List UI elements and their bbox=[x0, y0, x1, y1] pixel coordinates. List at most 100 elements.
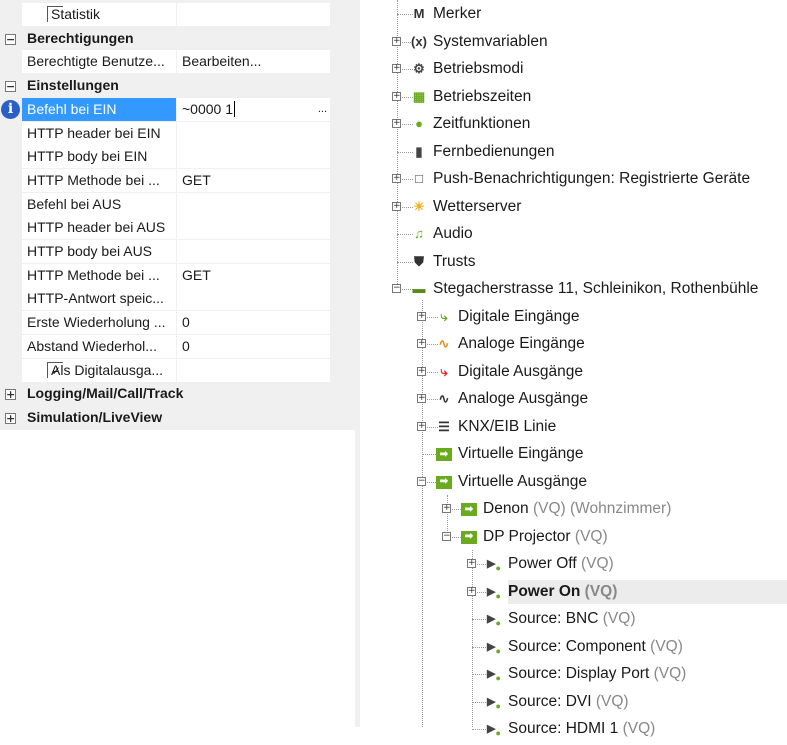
property-row[interactable]: HTTP Methode bei ... GET bbox=[0, 168, 330, 192]
expand-icon[interactable]: + bbox=[5, 412, 16, 424]
tree-item[interactable]: + ▶ ● Power Off (VQ) bbox=[466, 552, 787, 576]
tree-item[interactable]: ♫ Audio bbox=[391, 222, 787, 246]
property-name[interactable]: HTTP header bei EIN bbox=[22, 121, 176, 145]
tree-item[interactable]: − ➡ DP Projector (VQ) bbox=[441, 525, 787, 549]
tree-item-label[interactable]: Stegacherstrasse 11, Schleinikon, Rothen… bbox=[433, 277, 762, 301]
tree-item[interactable]: ▶ ● Source: BNC (VQ) bbox=[466, 607, 787, 631]
tree-item-label[interactable]: Virtuelle Ausgänge bbox=[458, 470, 591, 494]
property-name[interactable]: Befehl bei EIN bbox=[22, 97, 176, 121]
property-value[interactable] bbox=[177, 287, 330, 311]
tree-item-label[interactable]: Source: Component (VQ) bbox=[508, 635, 687, 659]
splitter[interactable] bbox=[355, 0, 360, 727]
property-name[interactable]: HTTP body bei AUS bbox=[22, 240, 176, 263]
property-value[interactable]: 0 bbox=[177, 311, 330, 335]
tree-item-label[interactable]: Fernbedienungen bbox=[433, 140, 559, 164]
tree-item-label[interactable]: Audio bbox=[433, 222, 477, 246]
tree-item[interactable]: ▶ ● Source: Component (VQ) bbox=[466, 635, 787, 659]
tree-item[interactable]: + ⤷ Digitale Eingänge bbox=[416, 305, 787, 329]
property-value[interactable]: Bearbeiten... bbox=[177, 50, 330, 74]
tree-item[interactable]: + ⤷ Digitale Ausgänge bbox=[416, 360, 787, 384]
property-name[interactable]: HTTP Methode bei ... bbox=[22, 263, 176, 287]
property-value[interactable] bbox=[177, 192, 330, 216]
tree-item-label[interactable]: Betriebsmodi bbox=[433, 57, 527, 81]
tree-item[interactable]: − ➡ Virtuelle Ausgänge bbox=[416, 470, 787, 494]
property-row[interactable]: HTTP Methode bei ... GET bbox=[0, 263, 330, 287]
tree-item-label[interactable]: Source: HDMI 1 (VQ) bbox=[508, 717, 659, 741]
category-simulation-liveview[interactable]: + Simulation/LiveView bbox=[0, 406, 330, 429]
tree-item-label[interactable]: Denon (VQ) (Wohnzimmer) bbox=[483, 497, 675, 521]
tree-item[interactable]: + ∿ Analoge Ausgänge bbox=[416, 387, 787, 411]
property-row[interactable]: Abstand Wiederhol... 0 bbox=[0, 334, 330, 358]
tree-item-label[interactable]: Source: BNC (VQ) bbox=[508, 607, 639, 631]
property-row[interactable]: Berechtigte Benutze... Bearbeiten... bbox=[0, 50, 330, 74]
property-name[interactable]: HTTP header bei AUS bbox=[22, 216, 176, 240]
value-text[interactable]: ~0000 1 bbox=[182, 101, 233, 117]
category-berechtigungen[interactable]: − Berechtigungen bbox=[0, 27, 330, 50]
tree-item-label[interactable]: Zeitfunktionen bbox=[433, 112, 534, 136]
property-value[interactable] bbox=[177, 3, 330, 26]
expand-icon[interactable]: + bbox=[392, 36, 401, 46]
tree-item-label[interactable]: Trusts bbox=[433, 250, 479, 274]
expand-icon[interactable]: + bbox=[417, 394, 426, 403]
category-logging-mail-call-track[interactable]: + Logging/Mail/Call/Track bbox=[0, 382, 330, 405]
tree-item-label[interactable]: Analoge Eingänge bbox=[458, 332, 589, 356]
expand-icon[interactable]: + bbox=[392, 119, 401, 128]
property-name[interactable]: HTTP-Antwort speic... bbox=[22, 287, 176, 311]
ellipsis-button[interactable]: ... bbox=[318, 98, 327, 121]
tree-item[interactable]: + ☰ KNX/EIB Linie bbox=[416, 415, 787, 439]
expand-icon[interactable]: + bbox=[392, 201, 401, 211]
property-value[interactable] bbox=[177, 240, 330, 263]
property-value[interactable] bbox=[177, 216, 330, 240]
property-name[interactable]: Abstand Wiederhol... bbox=[22, 334, 176, 358]
property-value[interactable] bbox=[177, 358, 330, 382]
tree-item-label[interactable]: Digitale Ausgänge bbox=[458, 360, 587, 384]
tree-item[interactable]: + ▦ Betriebszeiten bbox=[391, 85, 787, 109]
expand-icon[interactable]: + bbox=[392, 64, 401, 73]
collapse-icon[interactable]: − bbox=[392, 284, 401, 293]
property-row[interactable]: Erste Wiederholung ... 0 bbox=[0, 311, 330, 335]
property-value[interactable] bbox=[177, 145, 330, 169]
tree-item-label[interactable]: DP Projector (VQ) bbox=[483, 525, 612, 549]
property-name[interactable]: Befehl bei AUS bbox=[22, 192, 176, 216]
property-row[interactable]: Befehl bei EIN ~0000 1... i bbox=[0, 97, 330, 121]
property-name[interactable]: HTTP Methode bei ... bbox=[22, 168, 176, 192]
tree-item[interactable]: ▮ Fernbedienungen bbox=[391, 140, 787, 164]
tree-item[interactable]: ▶ ● Source: HDMI 1 (VQ) bbox=[466, 717, 787, 741]
collapse-icon[interactable]: − bbox=[5, 81, 16, 93]
tree-item-label[interactable]: Betriebszeiten bbox=[433, 85, 535, 109]
property-value[interactable]: 0 bbox=[177, 334, 330, 358]
checkbox[interactable]: ✓ bbox=[47, 361, 63, 378]
tree-item-label[interactable]: Virtuelle Eingänge bbox=[458, 442, 588, 466]
collapse-icon[interactable]: − bbox=[442, 531, 451, 541]
collapse-icon[interactable]: − bbox=[5, 33, 16, 45]
property-value[interactable]: GET bbox=[177, 263, 330, 287]
tree-item-label[interactable]: Source: DVI (VQ) bbox=[508, 690, 633, 714]
tree-item-label[interactable]: Systemvariablen bbox=[433, 30, 552, 54]
expand-icon[interactable]: + bbox=[442, 504, 451, 513]
collapse-icon[interactable]: − bbox=[417, 476, 426, 486]
expand-icon[interactable]: + bbox=[5, 389, 16, 401]
property-row[interactable]: HTTP body bei AUS bbox=[0, 240, 330, 263]
property-value[interactable] bbox=[177, 121, 330, 145]
tree-item-label[interactable]: Merker bbox=[433, 2, 485, 26]
tree-item[interactable]: ⛊ Trusts bbox=[391, 250, 787, 274]
tree-item[interactable]: − ▬ Stegacherstrasse 11, Schleinikon, Roth… bbox=[391, 277, 787, 301]
tree-item[interactable]: + ● Zeitfunktionen bbox=[391, 112, 787, 136]
tree-item[interactable]: + ☀ Wetterserver bbox=[391, 195, 787, 219]
tree-item[interactable]: + ➡ Denon (VQ) (Wohnzimmer) bbox=[441, 497, 787, 521]
expand-icon[interactable]: + bbox=[392, 174, 401, 183]
tree-item-label[interactable]: Analoge Ausgänge bbox=[458, 387, 592, 411]
property-name[interactable]: Erste Wiederholung ... bbox=[22, 311, 176, 335]
tree-item[interactable]: ➡ Virtuelle Eingänge bbox=[416, 442, 787, 466]
expand-icon[interactable]: + bbox=[467, 586, 476, 596]
property-value[interactable]: GET bbox=[177, 168, 330, 192]
tree-item-label[interactable]: Wetterserver bbox=[433, 195, 525, 219]
tree-item[interactable]: + ∿ Analoge Eingänge bbox=[416, 332, 787, 356]
tree-item-label[interactable]: Push-Benachrichtigungen: Registrierte Ge… bbox=[433, 167, 754, 191]
expand-icon[interactable]: + bbox=[417, 421, 426, 431]
property-row[interactable]: HTTP-Antwort speic... bbox=[0, 287, 330, 311]
property-name[interactable]: ✓ Als Digitalausga... bbox=[22, 358, 176, 382]
property-row[interactable]: Statistik bbox=[0, 3, 330, 26]
expand-icon[interactable]: + bbox=[467, 559, 476, 568]
property-name[interactable]: Statistik bbox=[22, 3, 176, 26]
